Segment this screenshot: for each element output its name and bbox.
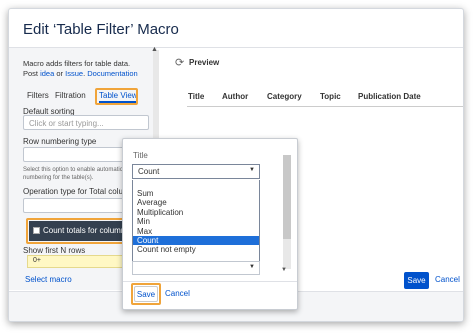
column-header: Author	[222, 92, 249, 101]
column-header: Topic	[320, 92, 341, 101]
scroll-down-icon[interactable]: ▼	[281, 267, 287, 273]
dropdown-caret-icon[interactable]: ▼	[249, 167, 255, 173]
select-macro-link[interactable]: Select macro	[25, 275, 72, 284]
tab-filtration[interactable]: Filtration	[55, 91, 86, 100]
description-text: Macro adds filters for table data.	[23, 59, 131, 68]
operation-type-label: Operation type for Total column	[23, 187, 135, 196]
column-header: Publication Date	[358, 92, 421, 101]
dialog-title: Edit ‘Table Filter’ Macro	[23, 21, 179, 38]
tab-filters[interactable]: Filters	[27, 91, 49, 100]
documentation-link[interactable]: Documentation	[87, 69, 137, 78]
option-item-selected[interactable]: Count	[133, 235, 259, 246]
popup-title-label: Title	[133, 151, 148, 160]
option-item[interactable]: Count not empty	[133, 245, 259, 254]
column-header: Category	[267, 92, 302, 101]
scroll-up-icon[interactable]: ▲	[151, 46, 158, 53]
column-settings-popup: Title Count ▼ Sum Average Multiplication…	[122, 138, 298, 310]
macro-description: Macro adds filters for table data. Post …	[23, 59, 138, 78]
idea-link[interactable]: idea	[40, 69, 54, 78]
popup-scroll-thumb[interactable]	[283, 155, 291, 239]
cancel-button[interactable]: Cancel	[435, 275, 460, 284]
preview-divider	[187, 106, 463, 107]
column-header: Title	[188, 92, 205, 101]
dropdown-caret-icon[interactable]: ▼	[249, 264, 255, 270]
refresh-icon[interactable]: ⟳	[175, 56, 184, 69]
save-button[interactable]: Save	[404, 272, 429, 289]
save-highlight-box	[131, 283, 161, 305]
option-item[interactable]: Multiplication	[133, 208, 259, 217]
popup-cancel-button[interactable]: Cancel	[165, 289, 190, 298]
selected-value: Count	[138, 167, 160, 176]
option-item[interactable]: Min	[133, 217, 259, 226]
secondary-dropdown[interactable]: ▼	[132, 261, 260, 275]
tab-highlight-box	[95, 88, 138, 105]
row-numbering-label: Row numbering type	[23, 137, 97, 146]
description-or: or	[54, 69, 66, 78]
operation-dropdown[interactable]: Count ▼	[132, 164, 260, 179]
option-item[interactable]: Max	[133, 227, 259, 236]
option-item[interactable]: Average	[133, 198, 259, 207]
option-item[interactable]: Sum	[133, 189, 259, 198]
show-first-rows-label: Show first N rows	[23, 246, 86, 255]
issue-link[interactable]: Issue	[65, 69, 83, 78]
default-sorting-input[interactable]: Click or start typing...	[23, 115, 149, 130]
popup-footer-divider	[123, 281, 297, 282]
operation-options-list: Sum Average Multiplication Min Max Count…	[132, 180, 260, 266]
checkbox-highlight-box	[26, 218, 128, 244]
preview-label: Preview	[189, 58, 220, 67]
description-post: Post	[23, 69, 41, 78]
